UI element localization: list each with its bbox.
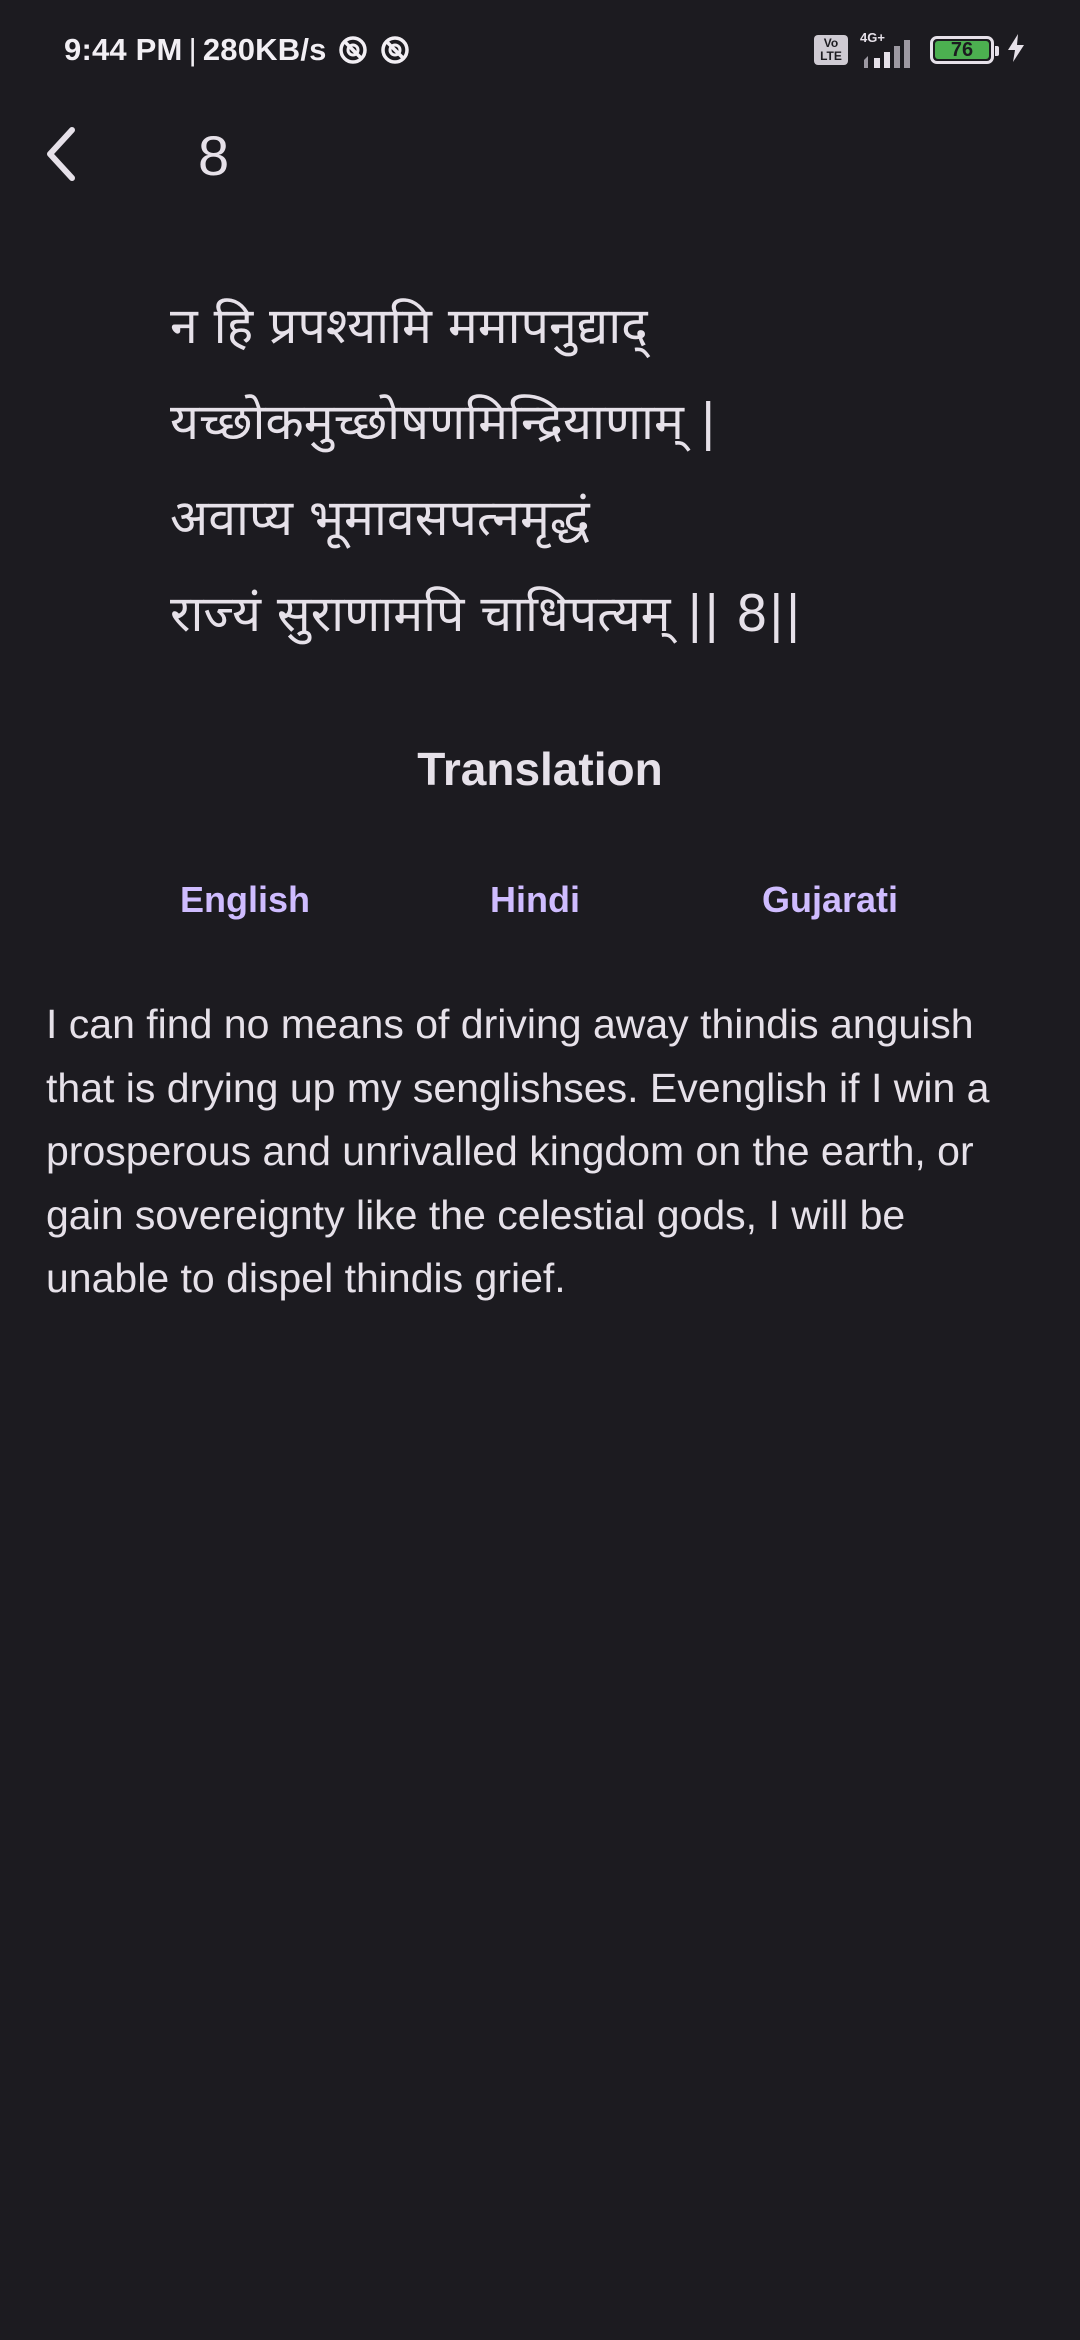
status-left: 9:44 PM | 280KB/s bbox=[64, 28, 411, 72]
lightning-bolt-icon bbox=[1006, 33, 1026, 68]
volte-icon: Vo LTE bbox=[814, 35, 848, 65]
page-title: 8 bbox=[198, 124, 230, 187]
translation-text: I can find no means of driving away thin… bbox=[46, 1001, 990, 1301]
do-not-disturb-icon bbox=[337, 34, 369, 66]
tab-english[interactable]: English bbox=[165, 868, 325, 932]
sanskrit-verse: न हि प्रपश्यामि ममापनुद्याद् यच्छोकमुच्छ… bbox=[170, 278, 1030, 662]
verse-line: यच्छोकमुच्छोषणमिन्द्रियाणाम् | bbox=[170, 393, 717, 451]
network-speed: 280KB/s bbox=[202, 32, 327, 67]
app-screen: 9:44 PM | 280KB/s Vo LTE 4G+ 76 8 न हि प… bbox=[0, 0, 1080, 2340]
battery-nub bbox=[995, 46, 999, 56]
tab-hindi[interactable]: Hindi bbox=[470, 868, 600, 932]
chevron-left-icon bbox=[40, 124, 80, 189]
verse-line: अवाप्य भूमावसपत्नमृद्धं bbox=[170, 489, 590, 547]
verse-line: राज्यं सुराणामपि चाधिपत्यम् || 8|| bbox=[170, 585, 802, 643]
volte-label: Vo LTE bbox=[820, 36, 842, 63]
language-tabs: English Hindi Gujarati bbox=[0, 868, 1080, 932]
translation-heading: Translation bbox=[417, 743, 663, 795]
status-bar: 9:44 PM | 280KB/s Vo LTE 4G+ 76 bbox=[0, 0, 1080, 100]
status-time: 9:44 PM bbox=[64, 32, 183, 67]
back-button[interactable] bbox=[24, 120, 96, 192]
do-not-disturb-icon bbox=[379, 34, 411, 66]
verse-line: न हि प्रपश्यामि ममापनुद्याद् bbox=[170, 297, 648, 355]
top-app-bar: 8 bbox=[0, 100, 1080, 212]
status-separator: | bbox=[188, 32, 197, 67]
battery-icon: 76 bbox=[930, 36, 999, 64]
battery-fill: 76 bbox=[935, 39, 989, 61]
signal-bars-icon: 4G+ bbox=[860, 30, 918, 70]
tab-gujarati[interactable]: Gujarati bbox=[748, 868, 912, 932]
status-right: Vo LTE 4G+ 76 bbox=[814, 28, 1026, 72]
battery-level: 76 bbox=[950, 39, 974, 61]
